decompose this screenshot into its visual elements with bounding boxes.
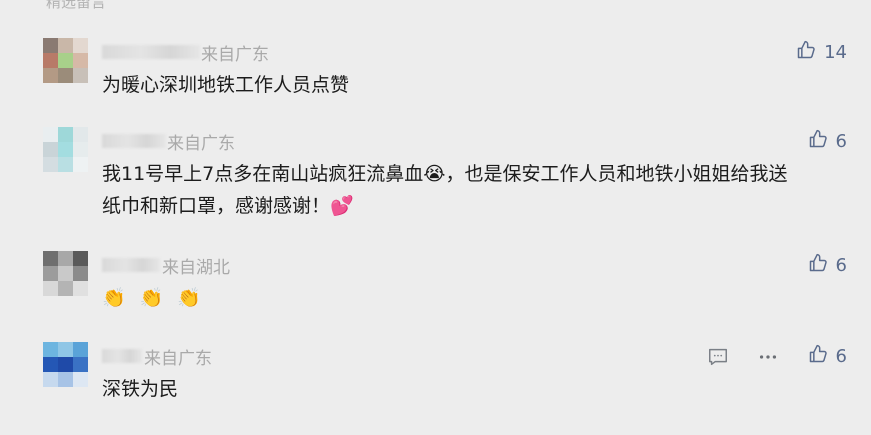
thumbs-up-icon (796, 40, 816, 65)
nickname-blurred (102, 349, 142, 363)
clap-emoji-icon: 👏 (102, 287, 140, 309)
avatar-pixel (73, 281, 88, 296)
comment-text-line: 纸巾和新口罩，感谢感谢！💕 (102, 190, 850, 222)
avatar-pixel (43, 281, 58, 296)
like-button[interactable]: 6 (808, 253, 847, 278)
nickname-blurred (102, 134, 166, 148)
avatar-pixel (73, 127, 88, 142)
avatar-pixel (73, 157, 88, 172)
thumbs-up-icon (808, 344, 828, 369)
more-button[interactable] (757, 346, 779, 372)
like-button[interactable]: 6 (808, 344, 847, 369)
like-count: 6 (835, 255, 847, 276)
like-count: 6 (835, 131, 847, 152)
avatar-pixel (43, 53, 58, 68)
crying-emoji-icon: 😭 (423, 163, 446, 185)
featured-comments-panel: 精选留言 来自广东 14 为暖心深圳地铁工作人员点赞 来自广东 6 我11号早上… (0, 0, 871, 435)
avatar-pixel (43, 372, 58, 387)
avatar[interactable] (43, 342, 88, 387)
avatar[interactable] (43, 38, 88, 83)
more-dots-icon (757, 346, 779, 372)
avatar-pixel (58, 127, 73, 142)
clap-emoji-icon: 👏 (139, 287, 178, 309)
comment-text-part: 纸巾和新口罩，感谢感谢！ (102, 195, 331, 217)
avatar-pixel (58, 357, 73, 372)
avatar[interactable] (43, 251, 88, 296)
avatar-pixel (73, 142, 88, 157)
avatar-pixel (58, 251, 73, 266)
thumbs-up-icon (808, 253, 828, 278)
avatar-pixel (43, 68, 58, 83)
clap-emoji-icon: 👏 (177, 287, 216, 309)
nickname-blurred (102, 45, 200, 59)
avatar-pixel (58, 157, 73, 172)
comment-text: 为暖心深圳地铁工作人员点赞 (102, 74, 350, 96)
avatar-pixel (43, 38, 58, 53)
avatar-pixel (73, 251, 88, 266)
comment-source: 来自湖北 (162, 258, 230, 278)
comment-text: 👏👏👏 (102, 282, 850, 314)
avatar[interactable] (43, 127, 88, 172)
comment-text: 我11号早上7点多在南山站疯狂流鼻血😭，也是保安工作人员和地铁小姐姐给我送 纸巾… (102, 158, 850, 222)
comment-source: 来自广东 (144, 349, 212, 369)
comment-text: 深铁为民 (102, 378, 179, 400)
comment-source: 来自广东 (167, 134, 235, 154)
like-count: 6 (835, 346, 847, 367)
avatar-pixel (73, 266, 88, 281)
comment-text-line: 我11号早上7点多在南山站疯狂流鼻血😭，也是保安工作人员和地铁小姐姐给我送 (102, 158, 850, 190)
avatar-pixel (43, 342, 58, 357)
avatar-pixel (73, 357, 88, 372)
avatar-pixel (73, 342, 88, 357)
section-title: 精选留言 (46, 0, 107, 11)
thumbs-up-icon (808, 129, 828, 154)
avatar-pixel (73, 372, 88, 387)
like-count: 14 (824, 42, 847, 63)
avatar-pixel (43, 251, 58, 266)
hearts-emoji-icon: 💕 (330, 195, 354, 217)
reply-button[interactable] (707, 346, 729, 372)
comment-text-part: ，也是保安工作人员和地铁小姐姐给我送 (445, 163, 788, 185)
avatar-pixel (43, 357, 58, 372)
avatar-pixel (58, 142, 73, 157)
avatar-pixel (58, 266, 73, 281)
comment-source: 来自广东 (201, 45, 269, 65)
avatar-pixel (43, 266, 58, 281)
avatar-pixel (73, 53, 88, 68)
like-button[interactable]: 14 (796, 40, 847, 65)
avatar-pixel (58, 372, 73, 387)
comment-text-part: 我11号早上7点多在南山站疯狂流鼻血 (102, 163, 424, 185)
comment-bubble-icon (707, 346, 729, 372)
avatar-pixel (58, 53, 73, 68)
avatar-pixel (43, 127, 58, 142)
avatar-pixel (58, 38, 73, 53)
avatar-pixel (58, 281, 73, 296)
nickname-blurred (102, 258, 160, 272)
avatar-pixel (58, 342, 73, 357)
avatar-pixel (58, 68, 73, 83)
avatar-pixel (73, 68, 88, 83)
avatar-pixel (43, 157, 58, 172)
avatar-pixel (73, 38, 88, 53)
like-button[interactable]: 6 (808, 129, 847, 154)
avatar-pixel (43, 142, 58, 157)
